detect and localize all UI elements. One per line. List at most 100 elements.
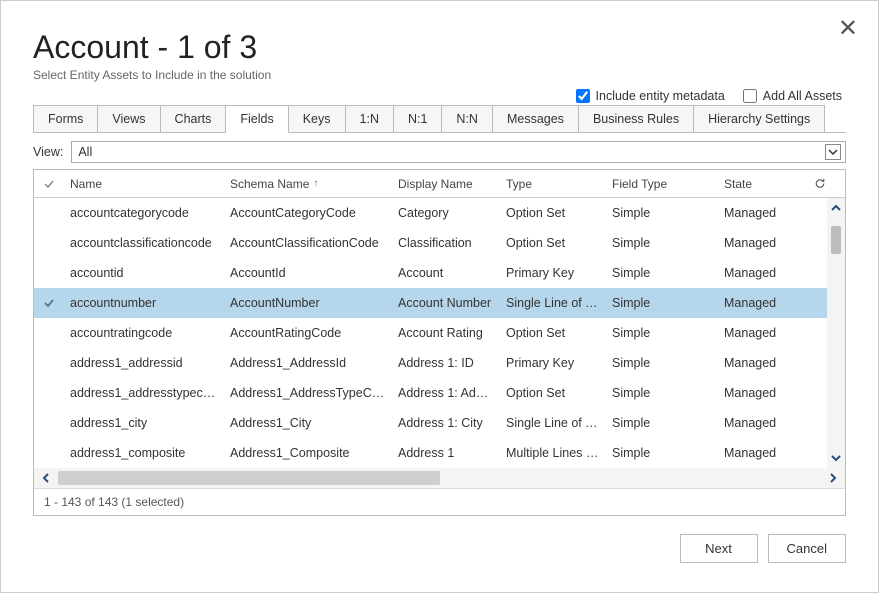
- grid-body: accountcategorycodeAccountCategoryCodeCa…: [34, 198, 845, 468]
- vertical-scrollbar[interactable]: [827, 198, 845, 468]
- tab-hierarchy-settings[interactable]: Hierarchy Settings: [694, 106, 825, 133]
- cancel-button[interactable]: Cancel: [768, 534, 846, 563]
- grid-header: Name Schema Name ↑ Display Name Type Fie…: [34, 170, 845, 198]
- cell-fieldtype: Simple: [606, 446, 718, 460]
- tab-1-n[interactable]: 1:N: [346, 106, 394, 133]
- cell-state: Managed: [718, 446, 808, 460]
- next-button[interactable]: Next: [680, 534, 758, 563]
- close-button[interactable]: ✕: [838, 17, 858, 41]
- cell-schema: AccountRatingCode: [224, 326, 392, 340]
- cell-schema: Address1_City: [224, 416, 392, 430]
- cell-type: Option Set: [500, 386, 606, 400]
- scrollbar-thumb[interactable]: [831, 226, 841, 254]
- tab-business-rules[interactable]: Business Rules: [579, 106, 694, 133]
- table-row[interactable]: accountnumberAccountNumberAccount Number…: [34, 288, 845, 318]
- tab-views[interactable]: Views: [98, 106, 160, 133]
- cell-name: accountclassificationcode: [64, 236, 224, 250]
- include-metadata-input[interactable]: [576, 89, 590, 103]
- cell-display: Classification: [392, 236, 500, 250]
- tab-n-1[interactable]: N:1: [394, 106, 442, 133]
- tab-keys[interactable]: Keys: [289, 106, 346, 133]
- column-type[interactable]: Type: [500, 177, 606, 191]
- cell-name: accountnumber: [64, 296, 224, 310]
- cell-fieldtype: Simple: [606, 236, 718, 250]
- view-row: View: All: [33, 133, 846, 169]
- table-row[interactable]: accountclassificationcodeAccountClassifi…: [34, 228, 845, 258]
- table-row[interactable]: address1_addressidAddress1_AddressIdAddr…: [34, 348, 845, 378]
- scroll-left-icon[interactable]: [40, 471, 52, 485]
- add-all-assets-label: Add All Assets: [763, 89, 842, 103]
- table-row[interactable]: accountidAccountIdAccountPrimary KeySimp…: [34, 258, 845, 288]
- include-metadata-checkbox[interactable]: Include entity metadata: [576, 89, 725, 103]
- row-check-icon[interactable]: [34, 297, 64, 309]
- scroll-right-icon[interactable]: [827, 471, 839, 485]
- cell-state: Managed: [718, 296, 808, 310]
- cell-type: Option Set: [500, 326, 606, 340]
- cell-type: Primary Key: [500, 266, 606, 280]
- column-name[interactable]: Name: [64, 177, 224, 191]
- table-row[interactable]: address1_compositeAddress1_CompositeAddr…: [34, 438, 845, 468]
- cell-display: Address 1: Addr…: [392, 386, 500, 400]
- h-scrollbar-thumb[interactable]: [58, 471, 440, 485]
- cell-schema: AccountCategoryCode: [224, 206, 392, 220]
- chevron-down-icon: [825, 144, 841, 160]
- cell-fieldtype: Simple: [606, 386, 718, 400]
- cell-type: Multiple Lines of…: [500, 446, 606, 460]
- button-row: Next Cancel: [33, 516, 846, 579]
- cell-name: address1_addresstypecode: [64, 386, 224, 400]
- cell-type: Single Line of Text: [500, 416, 606, 430]
- table-row[interactable]: address1_addresstypecodeAddress1_Address…: [34, 378, 845, 408]
- cell-display: Address 1: City: [392, 416, 500, 430]
- column-display[interactable]: Display Name: [392, 177, 500, 191]
- table-row[interactable]: address1_cityAddress1_CityAddress 1: Cit…: [34, 408, 845, 438]
- cell-schema: Address1_AddressId: [224, 356, 392, 370]
- cell-state: Managed: [718, 386, 808, 400]
- scroll-up-icon[interactable]: [829, 202, 843, 214]
- cell-display: Address 1: ID: [392, 356, 500, 370]
- cell-state: Managed: [718, 326, 808, 340]
- cell-schema: AccountClassificationCode: [224, 236, 392, 250]
- tab-charts[interactable]: Charts: [161, 106, 227, 133]
- page-title: Account - 1 of 3: [33, 29, 846, 66]
- cell-type: Option Set: [500, 236, 606, 250]
- view-select[interactable]: All: [71, 141, 846, 163]
- cell-display: Category: [392, 206, 500, 220]
- cell-type: Option Set: [500, 206, 606, 220]
- view-value: All: [78, 145, 92, 159]
- column-fieldtype[interactable]: Field Type: [606, 177, 718, 191]
- tab-messages[interactable]: Messages: [493, 106, 579, 133]
- column-state[interactable]: State: [718, 177, 808, 191]
- tab-n-n[interactable]: N:N: [442, 106, 493, 133]
- cell-fieldtype: Simple: [606, 326, 718, 340]
- table-row[interactable]: accountcategorycodeAccountCategoryCodeCa…: [34, 198, 845, 228]
- add-all-assets-input[interactable]: [743, 89, 757, 103]
- cell-schema: AccountNumber: [224, 296, 392, 310]
- add-all-assets-checkbox[interactable]: Add All Assets: [743, 89, 842, 103]
- cell-display: Account Rating: [392, 326, 500, 340]
- cell-state: Managed: [718, 416, 808, 430]
- options-row: Include entity metadata Add All Assets: [576, 89, 842, 103]
- cell-type: Primary Key: [500, 356, 606, 370]
- scroll-down-icon[interactable]: [829, 452, 843, 464]
- table-row[interactable]: accountratingcodeAccountRatingCodeAccoun…: [34, 318, 845, 348]
- grid-status: 1 - 143 of 143 (1 selected): [34, 488, 845, 515]
- grid: Name Schema Name ↑ Display Name Type Fie…: [33, 169, 846, 516]
- cell-schema: Address1_Composite: [224, 446, 392, 460]
- tab-fields[interactable]: Fields: [226, 106, 288, 133]
- column-schema[interactable]: Schema Name ↑: [224, 177, 392, 191]
- cell-type: Single Line of Text: [500, 296, 606, 310]
- cell-fieldtype: Simple: [606, 206, 718, 220]
- cell-fieldtype: Simple: [606, 356, 718, 370]
- horizontal-scrollbar[interactable]: [34, 468, 845, 488]
- cell-display: Account: [392, 266, 500, 280]
- cell-name: address1_city: [64, 416, 224, 430]
- sort-asc-icon: ↑: [313, 178, 318, 189]
- cell-name: address1_composite: [64, 446, 224, 460]
- cell-fieldtype: Simple: [606, 296, 718, 310]
- cell-display: Account Number: [392, 296, 500, 310]
- tab-forms[interactable]: Forms: [34, 106, 98, 133]
- select-all-checkbox[interactable]: [34, 178, 64, 190]
- refresh-button[interactable]: [808, 177, 832, 190]
- cell-display: Address 1: [392, 446, 500, 460]
- cell-state: Managed: [718, 206, 808, 220]
